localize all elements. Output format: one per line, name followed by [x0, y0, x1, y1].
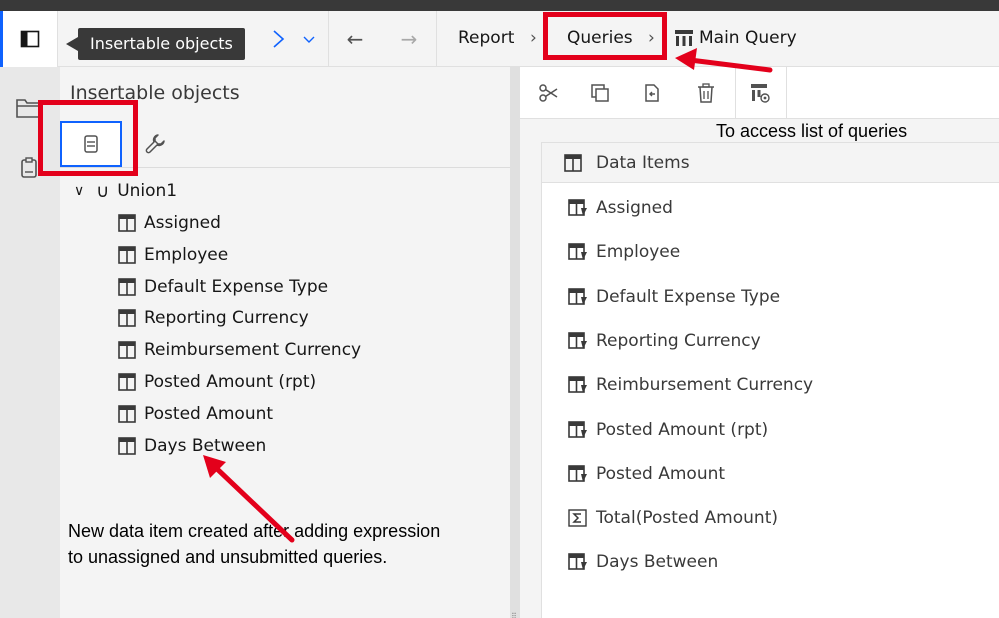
app-top-bar	[0, 0, 999, 11]
tree-root-label: Union1	[117, 181, 178, 201]
data-item-label: Reporting Currency	[596, 330, 761, 351]
data-item-icon	[568, 332, 587, 349]
data-item-row[interactable]: Posted Amount	[568, 462, 725, 486]
tree-root-union1[interactable]: ∨ ∪ Union1	[74, 179, 177, 203]
breadcrumb-main-query[interactable]: Main Query	[674, 28, 797, 48]
paste-icon	[645, 84, 659, 102]
data-item-row[interactable]: Assigned	[568, 196, 673, 220]
data-item-icon	[568, 376, 587, 394]
tree-item[interactable]: Assigned	[118, 211, 221, 235]
highlight-queries-box	[543, 12, 667, 60]
panel-toggle-icon	[20, 30, 40, 48]
data-item-icon	[564, 153, 582, 172]
data-item-label: Posted Amount (rpt)	[596, 419, 769, 440]
tooltip: Insertable objects	[78, 28, 245, 60]
query-properties-icon	[751, 84, 770, 103]
column-icon	[118, 373, 136, 391]
data-item-row[interactable]: Reporting Currency	[568, 329, 761, 353]
tree-item-label: Reimbursement Currency	[144, 340, 362, 361]
data-item-label: Total(Posted Amount)	[596, 508, 778, 529]
data-item-row[interactable]: Employee	[568, 240, 680, 264]
data-item-label: Default Expense Type	[596, 286, 781, 307]
query-properties-button[interactable]	[746, 79, 774, 107]
data-item-icon	[568, 420, 587, 438]
forward-button[interactable]: →	[394, 25, 424, 53]
annotation-queries: To access list of queries	[716, 121, 908, 141]
tree-item[interactable]: Default Expense Type	[118, 275, 328, 299]
column-icon	[118, 245, 136, 264]
history-dropdown-button[interactable]	[298, 25, 320, 53]
splitter-grip-icon[interactable]: ⠿	[511, 612, 517, 618]
cut-button[interactable]	[534, 79, 562, 107]
column-icon	[118, 341, 136, 359]
paste-button[interactable]	[638, 79, 666, 107]
tree-item-label: Employee	[144, 244, 229, 265]
panel-splitter[interactable]	[510, 67, 520, 618]
data-item-row[interactable]: Total(Posted Amount)	[568, 506, 778, 530]
data-item-label: Assigned	[596, 198, 673, 218]
delete-icon	[698, 83, 714, 103]
annotation-new-item-line2: to unassigned and unsubmitted queries.	[68, 547, 388, 567]
forward-arrow-icon: →	[400, 27, 418, 51]
data-item-row[interactable]: Days Between	[568, 550, 718, 574]
data-item-icon	[568, 199, 587, 216]
data-item-row[interactable]: Posted Amount (rpt)	[568, 418, 768, 442]
back-arrow-icon: ←	[346, 27, 364, 51]
tree-item-label: Assigned	[144, 213, 221, 233]
tree-item-label: Reporting Currency	[144, 308, 309, 329]
data-item-icon	[568, 243, 587, 261]
data-item-row[interactable]: Reimbursement Currency	[568, 373, 813, 397]
sigma-icon	[568, 509, 587, 527]
tree-item-label: Posted Amount	[144, 403, 274, 424]
chevron-down-icon[interactable]: ∨	[74, 183, 90, 199]
data-item-icon	[568, 553, 587, 571]
data-item-row[interactable]: Default Expense Type	[568, 285, 780, 309]
data-item-icon	[568, 464, 587, 482]
tree-item[interactable]: Employee	[118, 243, 228, 267]
data-item-label: Days Between	[596, 552, 719, 573]
data-item-icon	[568, 287, 587, 305]
data-item-label: Posted Amount	[596, 463, 726, 484]
breadcrumb-main-query-label: Main Query	[699, 28, 797, 48]
column-icon	[118, 309, 136, 328]
copy-button[interactable]	[586, 79, 614, 107]
column-icon	[118, 436, 136, 455]
query-icon	[675, 30, 693, 46]
tree-item[interactable]: Days Between	[118, 434, 266, 458]
breadcrumb-report[interactable]: Report	[458, 28, 514, 48]
data-items-panel: Data Items Assigned Employee Default Expen…	[541, 142, 999, 618]
tooltip-arrow	[66, 37, 78, 51]
data-item-label: Employee	[596, 242, 681, 263]
data-items-header: Data Items	[542, 143, 999, 183]
tree-item-label: Posted Amount (rpt)	[144, 372, 317, 392]
tree-item[interactable]: Posted Amount (rpt)	[118, 370, 316, 394]
dropdown-chevron-icon	[303, 36, 315, 43]
back-button[interactable]: ←	[340, 25, 370, 53]
toolbar-divider	[786, 67, 787, 119]
panel-toggle-button[interactable]	[0, 11, 58, 67]
tree-item-label: Default Expense Type	[144, 276, 329, 297]
annotation-new-item-line1: New data item created after adding expre…	[68, 521, 441, 541]
copy-icon	[591, 84, 609, 102]
tree-item[interactable]: Reimbursement Currency	[118, 338, 361, 362]
breadcrumb-chevron-icon: ›	[530, 28, 537, 48]
redo-button[interactable]	[266, 25, 290, 53]
clipboard-icon	[21, 157, 37, 178]
toolbar-divider	[735, 67, 736, 119]
highlight-data-tab-box	[38, 100, 138, 176]
cut-icon	[539, 84, 558, 102]
wrench-icon	[145, 134, 165, 154]
delete-button[interactable]	[692, 79, 720, 107]
data-items-header-label: Data Items	[596, 152, 690, 173]
union-icon: ∪	[96, 180, 110, 202]
column-icon	[118, 404, 136, 423]
data-item-label: Reimbursement Currency	[596, 375, 814, 396]
query-toolbar	[520, 67, 999, 119]
redo-icon	[273, 30, 285, 48]
tree-item-label: Days Between	[144, 435, 267, 456]
column-icon	[118, 214, 136, 232]
column-icon	[118, 277, 136, 296]
tree-item[interactable]: Posted Amount	[118, 402, 273, 426]
tree-item[interactable]: Reporting Currency	[118, 306, 309, 330]
